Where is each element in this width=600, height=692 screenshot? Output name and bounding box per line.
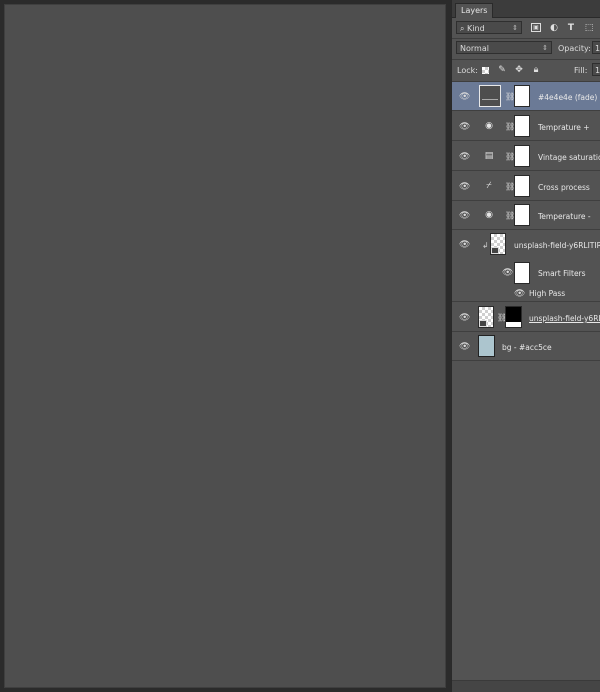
chevron-updown-icon: ⇕: [512, 24, 518, 32]
chevron-updown-icon: ⇕: [542, 44, 548, 52]
eye-icon[interactable]: 👁︎: [459, 314, 470, 323]
layer-row-bg[interactable]: 👁︎ bg - #acc5ce: [452, 332, 600, 361]
eye-icon[interactable]: 👁︎: [459, 343, 470, 352]
move-icon[interactable]: ✥: [514, 65, 524, 75]
clipping-arrow-icon: ↲: [482, 241, 489, 250]
layer-row-temperature-minus[interactable]: 👁︎ ◉ ⛓︎ Temperature -: [452, 201, 600, 230]
document-canvas[interactable]: [4, 4, 446, 688]
layer-mask-thumbnail[interactable]: [514, 115, 530, 137]
lock-label: Lock:: [457, 66, 478, 75]
layer-thumbnail: [478, 335, 495, 357]
filter-name: High Pass: [529, 289, 566, 298]
filter-kind-value: Kind: [467, 24, 485, 33]
fill-value: 10: [595, 66, 600, 75]
layer-row-vintage-saturation[interactable]: 👁︎ ▤ ⛓︎ Vintage saturation: [452, 141, 600, 171]
filter-kind-dropdown[interactable]: ⌕ Kind ⇕: [456, 21, 522, 34]
smart-object-badge-icon: [491, 247, 499, 254]
eye-icon[interactable]: 👁︎: [459, 153, 470, 162]
smart-object-badge-icon: [479, 320, 487, 327]
layer-mask-thumbnail[interactable]: [505, 306, 522, 328]
divider: [452, 59, 600, 60]
smart-filters-label: Smart Filters: [538, 269, 586, 278]
fill-swatch-icon: [482, 99, 498, 104]
smart-object-thumbnail: [478, 306, 494, 328]
fill-label: Fill:: [574, 66, 588, 75]
blend-row: Normal ⇕ Opacity: 10: [452, 40, 600, 58]
layer-name: #4e4e4e (fade): [538, 93, 598, 102]
chain-link-icon[interactable]: ⛓︎: [497, 313, 507, 322]
hue-saturation-icon: ▤: [484, 151, 494, 161]
layer-name: unsplash-field-y6RLIT: [529, 314, 600, 323]
photo-filter-icon: ◉: [485, 210, 493, 220]
eye-icon[interactable]: 👁︎: [459, 212, 470, 221]
eye-icon[interactable]: 👁︎: [514, 290, 525, 299]
eye-icon[interactable]: 👁︎: [459, 183, 470, 192]
layers-panel: Layers ⌕ Kind ⇕ ▣ ◐ T ⬚ Normal ⇕ Opacity…: [451, 0, 600, 692]
layer-name: bg - #acc5ce: [502, 343, 552, 352]
layer-name: Cross process: [538, 183, 590, 192]
panel-tabbar: Layers: [452, 0, 600, 18]
opacity-label: Opacity:: [558, 44, 591, 53]
shape-filter-icon[interactable]: ⬚: [584, 23, 594, 33]
layer-row-fade[interactable]: 👁︎ ⛓︎ #4e4e4e (fade): [452, 82, 600, 111]
opacity-input[interactable]: 10: [592, 41, 600, 54]
pixel-layer-filter-icon[interactable]: ▣: [531, 23, 541, 32]
blend-mode-dropdown[interactable]: Normal ⇕: [456, 41, 552, 54]
filter-row-high-pass[interactable]: 👁︎ High Pass: [452, 286, 600, 302]
fill-input[interactable]: 10: [592, 63, 600, 76]
curves-icon: ⌿: [486, 181, 492, 191]
layer-mask-thumbnail[interactable]: [514, 204, 530, 226]
lock-icon[interactable]: 🔒︎: [531, 65, 541, 75]
layer-row-unsplash-field[interactable]: 👁︎ ⛓︎ unsplash-field-y6RLIT: [452, 302, 600, 332]
filter-row: ⌕ Kind ⇕ ▣ ◐ T ⬚: [452, 19, 600, 37]
type-filter-icon[interactable]: T: [566, 23, 576, 33]
layer-row-cross-process[interactable]: 👁︎ ⌿ ⛓︎ Cross process: [452, 171, 600, 201]
lock-row: Lock: ✎ ✥ 🔒︎ Fill: 10: [452, 62, 600, 80]
layer-name: unsplash-field-y6RLITIRm0: [514, 241, 600, 250]
layer-row-temprature-plus[interactable]: 👁︎ ◉ ⛓︎ Temprature +: [452, 111, 600, 141]
divider: [452, 38, 600, 39]
eye-icon[interactable]: 👁︎: [459, 123, 470, 132]
photo-filter-icon: ◉: [485, 121, 493, 131]
layer-mask-thumbnail[interactable]: [514, 145, 530, 167]
chain-link-icon[interactable]: ⛓︎: [505, 92, 515, 101]
layer-mask-thumbnail[interactable]: [514, 85, 530, 107]
eye-icon[interactable]: 👁︎: [459, 241, 470, 250]
chain-link-icon[interactable]: ⛓︎: [505, 182, 515, 191]
adjustment-filter-icon[interactable]: ◐: [549, 23, 559, 33]
brush-icon[interactable]: ✎: [497, 65, 507, 75]
eye-icon[interactable]: 👁︎: [459, 93, 470, 102]
smart-filter-mask-thumbnail[interactable]: [514, 262, 530, 284]
chain-link-icon[interactable]: ⛓︎: [505, 122, 515, 131]
panel-footer: [452, 680, 600, 692]
opacity-value: 10: [595, 44, 600, 53]
tab-layers[interactable]: Layers: [455, 3, 494, 18]
layer-name: Temperature -: [538, 212, 591, 221]
blend-mode-value: Normal: [460, 44, 489, 53]
search-icon: ⌕: [460, 24, 465, 33]
lock-transparent-icon[interactable]: [482, 67, 489, 74]
layer-name: Vintage saturation: [538, 153, 600, 162]
smart-filters-row[interactable]: 👁︎ Smart Filters: [452, 260, 600, 286]
layer-row-smart-object[interactable]: 👁︎ ↲ unsplash-field-y6RLITIRm0: [452, 230, 600, 260]
smart-object-thumbnail: [490, 233, 506, 255]
layer-thumbnail: [479, 85, 501, 107]
eye-icon[interactable]: 👁︎: [502, 269, 513, 278]
mask-white-area: [506, 322, 521, 327]
chain-link-icon[interactable]: ⛓︎: [505, 211, 515, 220]
chain-link-icon[interactable]: ⛓︎: [505, 152, 515, 161]
layer-name: Temprature +: [538, 123, 590, 132]
layer-mask-thumbnail[interactable]: [514, 175, 530, 197]
